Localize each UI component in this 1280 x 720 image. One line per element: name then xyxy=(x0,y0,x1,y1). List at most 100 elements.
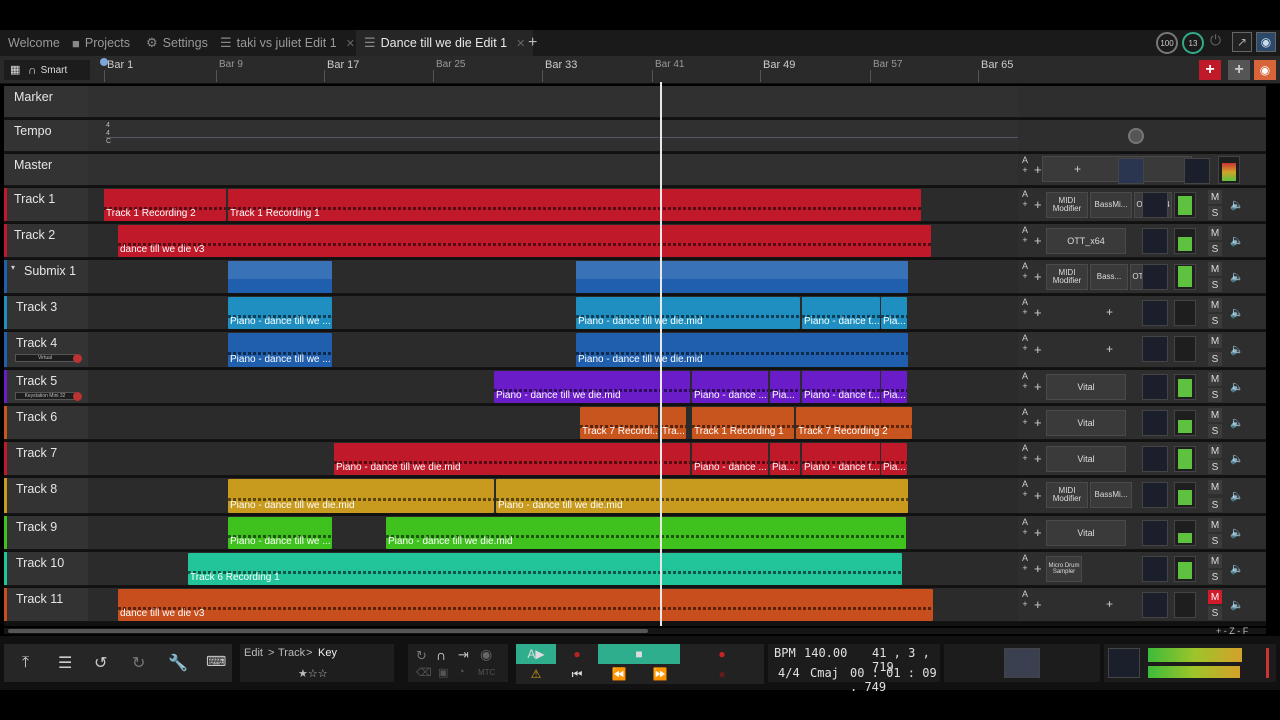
punch-icon[interactable]: ⇥ xyxy=(458,647,469,663)
metronome-icon[interactable]: ◉ xyxy=(480,646,492,663)
clip[interactable]: Piano - dance till we die.mid xyxy=(334,443,690,475)
horizontal-scrollbar[interactable] xyxy=(4,628,1266,634)
mute-button[interactable]: M xyxy=(1208,480,1222,494)
track-row[interactable]: Track 1 Track 1 Recording 2 Track 1 Record… xyxy=(4,188,1266,222)
mtc-label[interactable]: MTC xyxy=(478,668,495,677)
track-header[interactable]: Master xyxy=(4,154,88,185)
clip[interactable]: Piano - dance ... xyxy=(692,371,768,403)
clip[interactable] xyxy=(576,261,908,293)
speaker-icon[interactable]: 🔈 xyxy=(1230,343,1244,356)
track-header[interactable]: Track 10 xyxy=(4,552,88,585)
scrollbar-thumb[interactable] xyxy=(8,629,648,633)
tab-projects[interactable]: ■ Projects xyxy=(72,30,130,56)
clip[interactable]: Piano - dance till we die.mid xyxy=(228,479,494,513)
speaker-icon[interactable]: 🔈 xyxy=(1230,452,1244,465)
wrench-icon[interactable]: 🔧 xyxy=(168,653,188,673)
mute-button[interactable]: M xyxy=(1208,554,1222,568)
tempo-sync-icon[interactable] xyxy=(1128,128,1144,144)
add-plugin-button[interactable]: + xyxy=(1034,305,1042,320)
automation-plus[interactable]: + xyxy=(1020,200,1030,209)
automation-plus[interactable]: + xyxy=(1020,418,1030,427)
solo-button[interactable]: S xyxy=(1208,534,1222,548)
track-lane[interactable]: Piano - dance till we ... Piano - dance t… xyxy=(88,296,1024,329)
warning-icon[interactable]: ⚠ xyxy=(516,664,556,684)
mute-button[interactable]: M xyxy=(1208,190,1222,204)
automation-plus[interactable]: + xyxy=(1020,454,1030,463)
automation-label[interactable]: A xyxy=(1020,408,1030,417)
plugin-slot[interactable]: MIDI Modifier xyxy=(1046,192,1088,218)
speaker-icon[interactable]: 🔈 xyxy=(1230,598,1244,611)
add-plugin-button[interactable]: + xyxy=(1034,379,1042,394)
punch-record-button[interactable]: ● xyxy=(680,664,764,684)
clip[interactable]: Piano - dance t... xyxy=(802,371,880,403)
loop-start-marker[interactable] xyxy=(100,58,108,66)
plug-icon[interactable]: ⏻ xyxy=(1210,32,1221,49)
track-lane[interactable]: Track 1 Recording 2 Track 1 Recording 1 xyxy=(88,188,1024,221)
track-header[interactable]: Marker xyxy=(4,86,88,117)
edit-mode-selector[interactable]: ▦ ∩ Smart xyxy=(4,60,90,80)
track-row[interactable]: ▾Submix 1A++MIDI ModifierBass...OTT_x64M… xyxy=(4,260,1266,294)
track-name[interactable]: Track 4 xyxy=(16,336,57,350)
track-lane[interactable] xyxy=(88,154,1024,185)
tab-edit-taki[interactable]: ☰ taki vs juliet Edit 1 ✕ xyxy=(220,30,355,56)
add-plugin-button[interactable]: + xyxy=(1106,597,1113,611)
track-lane[interactable]: Track 6 Recording 1 xyxy=(88,552,1024,585)
compressor-icon[interactable] xyxy=(1142,192,1168,218)
clip[interactable]: dance till we die v3 xyxy=(118,225,931,257)
compressor-icon[interactable] xyxy=(1142,228,1168,254)
mute-button[interactable]: M xyxy=(1208,590,1222,604)
track-header[interactable]: Track 1 xyxy=(4,188,88,221)
track-header[interactable]: Track 2 xyxy=(4,224,88,257)
input-selector[interactable]: Virtual xyxy=(15,354,75,362)
auto-play-button[interactable]: A▶ xyxy=(516,644,556,664)
track-row[interactable]: Track 8 Piano - dance till we die.mid Pian… xyxy=(4,478,1266,514)
track-row[interactable]: Track 10 Track 6 Recording 1 A + + Micro Drum… xyxy=(4,552,1266,586)
speaker-icon[interactable]: 🔈 xyxy=(1230,234,1244,247)
add-track-button[interactable]: + xyxy=(1199,60,1221,80)
clip[interactable]: Piano - dance till we ... xyxy=(228,333,332,367)
track-lane[interactable]: Piano - dance till we die.mid Piano - dan… xyxy=(88,478,1024,513)
playhead[interactable] xyxy=(660,82,662,626)
mute-button[interactable]: M xyxy=(1208,372,1222,386)
automation-label[interactable]: A xyxy=(1020,334,1030,343)
speaker-icon[interactable]: 🔈 xyxy=(1230,306,1244,319)
fullscreen-icon[interactable]: ↗ xyxy=(1232,32,1252,52)
plugin-slot[interactable]: BassMi... xyxy=(1090,192,1132,218)
clip[interactable]: Piano - dance till we ... xyxy=(228,517,332,549)
solo-button[interactable]: S xyxy=(1208,242,1222,256)
breadcrumb-track[interactable]: Track xyxy=(278,647,305,659)
menu-icon[interactable]: ☰ xyxy=(58,653,72,673)
add-plugin-button[interactable]: + xyxy=(1106,305,1113,319)
stop-button[interactable]: ■ xyxy=(598,644,680,664)
speaker-icon[interactable]: 🔈 xyxy=(1230,562,1244,575)
track-lane[interactable]: Piano - dance till we die.mid Piano - dan… xyxy=(88,442,1024,475)
track-row[interactable]: Track 6 Track 7 Recordi... Tra... Track 1 R… xyxy=(4,406,1266,440)
add-plugin-button[interactable]: + xyxy=(1034,525,1042,540)
mute-button[interactable]: M xyxy=(1208,262,1222,276)
automation-plus[interactable]: + xyxy=(1020,272,1030,281)
close-icon[interactable]: ✕ xyxy=(516,37,525,50)
tab-settings[interactable]: ⚙ Settings xyxy=(146,30,208,56)
track-name[interactable]: Submix 1 xyxy=(24,264,76,278)
add-plugin-button[interactable]: + xyxy=(1034,197,1042,212)
plugin-slot[interactable]: BassMi... xyxy=(1090,482,1132,508)
solo-button[interactable]: S xyxy=(1208,498,1222,512)
track-header[interactable]: Track 5 Keystation Mini 32 xyxy=(4,370,88,403)
record-arm-button[interactable] xyxy=(73,354,82,363)
export-icon[interactable]: ⤒ xyxy=(22,654,29,672)
track-name[interactable]: Track 6 xyxy=(16,410,57,424)
breadcrumb-edit[interactable]: Edit xyxy=(244,647,263,659)
automation-plus[interactable]: + xyxy=(1020,344,1030,353)
track-lane[interactable]: Piano - dance till we ... Piano - dance t… xyxy=(88,516,1024,549)
compressor-icon[interactable] xyxy=(1142,410,1168,436)
record-mode-button[interactable]: ● xyxy=(556,644,598,664)
plugin-slot[interactable]: MIDI Modifier xyxy=(1046,264,1088,290)
clip[interactable]: Pia... xyxy=(770,371,800,403)
breadcrumb-key[interactable]: Key xyxy=(318,647,337,659)
automation-label[interactable]: A xyxy=(1020,590,1030,599)
add-master-plugin-button[interactable]: + xyxy=(1074,162,1081,176)
automation-plus[interactable]: + xyxy=(1020,490,1030,499)
track-row[interactable]: Track 11 dance till we die v3 A + + + M S 🔈 xyxy=(4,588,1266,622)
automation-plus[interactable]: + xyxy=(1020,236,1030,245)
add-plugin-button[interactable]: + xyxy=(1034,342,1042,357)
